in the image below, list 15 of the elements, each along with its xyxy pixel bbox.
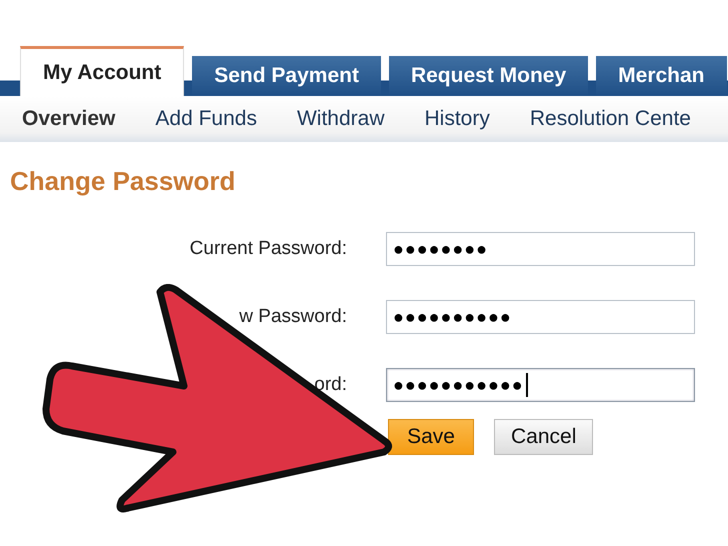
field-label: w Password:	[239, 306, 347, 327]
subnav-link[interactable]: Resolution Cente	[530, 107, 691, 131]
save-button[interactable]: Save	[388, 419, 474, 455]
password-field[interactable]: ●●●●●●●●	[386, 232, 695, 266]
password-field[interactable]: ●●●●●●●●●●●	[386, 368, 695, 402]
subnav-link[interactable]: Overview	[22, 107, 116, 131]
cancel-button[interactable]: Cancel	[494, 419, 594, 455]
nav-tab[interactable]: My Account	[20, 46, 184, 96]
field-label: Current Password:	[190, 238, 347, 259]
page-heading: Change Password	[10, 166, 236, 197]
subnav-link[interactable]: Add Funds	[155, 107, 257, 131]
subnav-link[interactable]: Withdraw	[296, 107, 385, 131]
subnav-link[interactable]: History	[424, 107, 490, 131]
field-label: ord:	[314, 374, 347, 395]
password-field[interactable]: ●●●●●●●●●●	[386, 300, 695, 334]
